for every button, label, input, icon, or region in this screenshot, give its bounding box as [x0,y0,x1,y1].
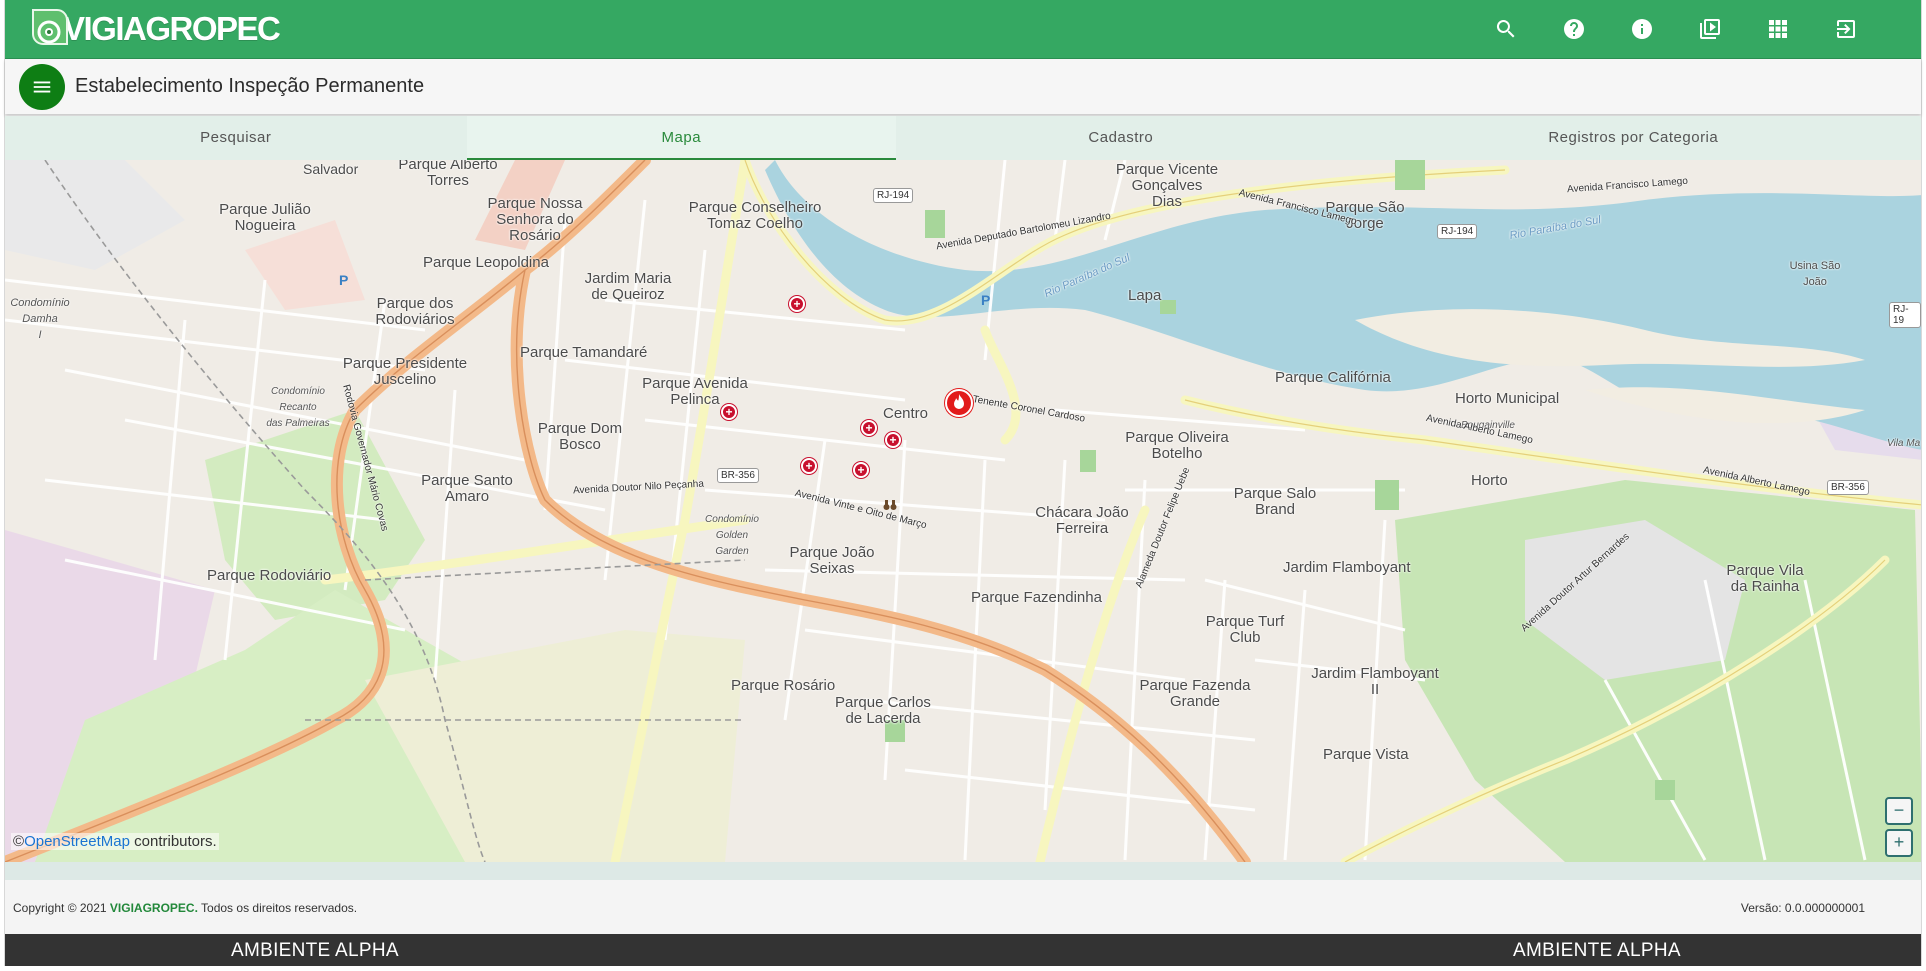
establishment-marker-icon[interactable]: + [789,296,805,312]
map-label-horto-municipal: Horto Municipal [1455,390,1560,407]
fire-marker-icon[interactable] [945,389,973,417]
map-label-parque-nossa-senhora-rosario: Parque Nossa Senhora do Rosário [487,195,583,244]
brand-logo[interactable]: VIGIAGROPEC [27,5,281,53]
map-tiles [5,160,1921,862]
page-header: Estabelecimento Inspeção Permanente [5,59,1921,114]
map-label-parque-presidente-juscelino: Parque Presidente Juscelino [342,355,468,388]
map-label-parque-fazenda-grande: Parque Fazenda Grande [1139,677,1251,710]
shield-rj-194: RJ-194 [873,188,914,203]
parking-icon-2: P [981,292,991,308]
map-label-jardim-flamboyant-ii: Jardim Flamboyant II [1311,665,1439,698]
parking-icon: P [339,272,349,288]
search-icon[interactable] [1491,14,1521,44]
establishment-marker-icon[interactable]: + [861,420,877,436]
map-label-parque-juliao-nogueira: Parque Julião Nogueira [219,201,311,234]
establishment-marker-icon[interactable]: + [721,404,737,420]
brand-name: VIGIAGROPEC [63,10,281,47]
video-library-icon[interactable] [1695,14,1725,44]
attribution-prefix: © [13,833,25,850]
environment-label-left: AMBIENTE ALPHA [231,940,399,961]
copyright-prefix: Copyright © 2021 [13,901,110,915]
map-label-jardim-flamboyant: Jardim Flamboyant [1283,559,1411,576]
map-label-condominio-damha: Condomínio Damha I [10,297,70,341]
tab-cadastro[interactable]: Cadastro [896,116,1346,160]
map-label-parque-vicente: Parque Vicente Gonçalves Dias [1115,161,1219,210]
map-attribution: ©OpenStreetMap contributors. [11,833,219,850]
map-label-parque-vila-rainha: Parque Vila da Rainha [1726,562,1804,595]
apps-grid-icon[interactable] [1763,14,1793,44]
help-icon[interactable] [1559,14,1589,44]
map-label-parque-vista: Parque Vista [1323,746,1409,763]
map-label-parque-fazendinha: Parque Fazendinha [971,589,1102,606]
logout-icon[interactable] [1831,14,1861,44]
establishment-marker-icon[interactable]: + [885,432,901,448]
map-label-parque-rodoviarios: Parque dos Rodoviários [375,295,455,328]
shield-rj-194-2: RJ-194 [1437,224,1478,239]
map-label-parque-rodoviario: Parque Rodoviário [207,567,332,584]
map-label-parque-oliveira-botelho: Parque Oliveira Botelho [1125,429,1229,462]
attribution-suffix: contributors. [129,833,217,850]
map-label-horto: Horto [1471,472,1508,489]
openstreetmap-link[interactable]: OpenStreetMap [24,833,130,850]
map-view[interactable]: Salvador Parque Alberto Torres Parque Ju… [5,160,1921,862]
copyright-suffix: Todos os direitos reservados. [197,901,358,915]
establishment-marker-icon[interactable]: + [801,458,817,474]
version-text: Versão: 0.0.000000001 [1740,901,1865,915]
logo-mark-icon [27,8,69,50]
copyright-text: Copyright © 2021 VIGIAGROPEC. Todos os d… [13,901,357,915]
map-label-parque-rosario: Parque Rosário [731,677,836,694]
map-label-parque-tamandare: Parque Tamandaré [520,344,648,361]
map-label-parque-alberto-torres: Parque Alberto Torres [398,160,498,189]
zoom-in-button[interactable]: + [1885,829,1913,857]
map-label-salvador: Salvador [303,161,359,177]
top-app-bar: VIGIAGROPEC [5,0,1921,59]
map-label-lapa: Lapa [1128,287,1162,304]
app-frame: VIGIAGROPEC Estabelecimento Inspeção Per… [4,0,1922,966]
copyright-brand: VIGIAGROPEC. [109,901,198,915]
map-label-parque-joao-seixas: Parque João Seixas [789,544,875,577]
tab-pesquisar[interactable]: Pesquisar [5,116,467,160]
map-label-vila-ma: Vila Ma [1887,438,1921,449]
map-label-centro: Centro [883,405,929,422]
shield-rj-19: RJ-19 [1889,302,1921,328]
map-label-condominio-golden: Condomínio Golden Garden [705,514,759,557]
map-label-jardim-maria-queiroz: Jardim Maria de Queiroz [584,270,672,303]
info-icon[interactable] [1627,14,1657,44]
map-label-parque-santo-amaro: Parque Santo Amaro [421,472,513,505]
map-label-parque-california: Parque Califórnia [1275,369,1391,386]
map-label-parque-dom-bosco: Parque Dom Bosco [537,420,623,453]
shield-br-356-2: BR-356 [1827,480,1869,495]
map-label-parque-turf-club: Parque Turf Club [1205,613,1285,646]
map-label-usina-sao-joao: Usina São João [1789,260,1841,288]
tab-mapa[interactable]: Mapa [466,116,897,160]
menu-button[interactable] [19,64,65,110]
map-label-chacara-joao-ferreira: Chácara João Ferreira [1035,504,1129,537]
binoculars-icon [883,498,897,510]
environment-bar: AMBIENTE ALPHA AMBIENTE ALPHA [5,934,1921,966]
shield-br-356: BR-356 [717,468,759,483]
map-label-condominio-recanto: Condomínio Recanto das Palmeiras [266,386,330,429]
map-bottom-strip [5,862,1921,880]
establishment-marker-icon[interactable]: + [853,462,869,478]
tab-registros-por-categoria[interactable]: Registros por Categoria [1346,116,1921,160]
zoom-out-button[interactable]: − [1885,797,1913,825]
hamburger-menu-icon [33,81,51,93]
map-label-parque-carlos-lacerda: Parque Carlos de Lacerda [835,694,931,727]
map-label-parque-leopoldina: Parque Leopoldina [423,254,549,271]
map-label-parque-avenida-pelinca: Parque Avenida Pelinca [642,375,748,408]
map-label-parque-salo-brand: Parque Salo Brand [1233,485,1317,518]
environment-label-right: AMBIENTE ALPHA [1513,940,1681,961]
page-title: Estabelecimento Inspeção Permanente [75,75,425,97]
tab-bar: Pesquisar Mapa Cadastro Registros por Ca… [5,116,1921,160]
map-label-parque-conselheiro: Parque Conselheiro Tomaz Coelho [688,199,822,232]
